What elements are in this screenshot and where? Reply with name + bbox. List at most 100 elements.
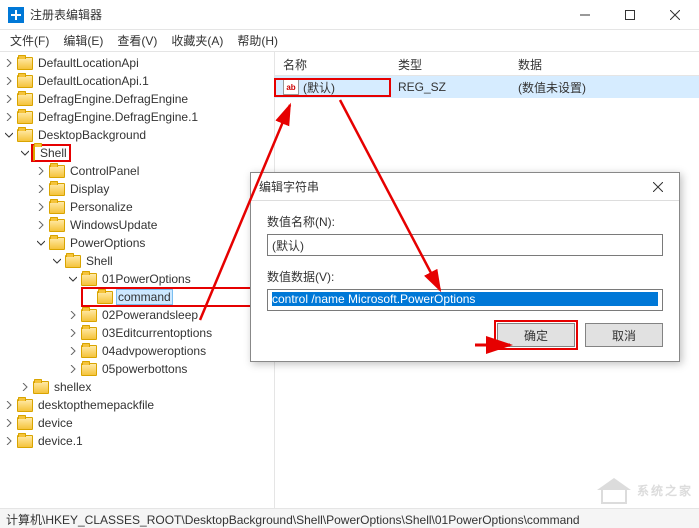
chevron-right-icon[interactable] bbox=[2, 416, 16, 430]
tree-item[interactable]: DefragEngine.DefragEngine bbox=[36, 92, 190, 106]
chevron-down-icon[interactable] bbox=[50, 254, 64, 268]
folder-icon bbox=[17, 111, 33, 124]
value-type: REG_SZ bbox=[390, 80, 510, 94]
value-name-field[interactable]: (默认) bbox=[267, 234, 663, 256]
menu-favorites[interactable]: 收藏夹(A) bbox=[165, 30, 229, 51]
menubar: 文件(F) 编辑(E) 查看(V) 收藏夹(A) 帮助(H) bbox=[0, 30, 699, 52]
ok-button[interactable]: 确定 bbox=[497, 323, 575, 347]
folder-icon bbox=[81, 309, 97, 322]
menu-edit[interactable]: 编辑(E) bbox=[57, 30, 109, 51]
watermark-text: 系统之家 bbox=[637, 482, 693, 499]
chevron-right-icon[interactable] bbox=[34, 218, 48, 232]
folder-icon bbox=[49, 237, 65, 250]
menu-file[interactable]: 文件(F) bbox=[4, 30, 55, 51]
chevron-right-icon[interactable] bbox=[66, 362, 80, 376]
chevron-right-icon[interactable] bbox=[2, 56, 16, 70]
tree-item[interactable]: Display bbox=[68, 182, 111, 196]
value-data-field[interactable]: control /name Microsoft.PowerOptions bbox=[267, 289, 663, 311]
chevron-right-icon[interactable] bbox=[2, 92, 16, 106]
house-icon bbox=[597, 476, 631, 504]
chevron-down-icon[interactable] bbox=[2, 128, 16, 142]
tree-item[interactable]: 03Editcurrentoptions bbox=[100, 326, 214, 340]
chevron-right-icon[interactable] bbox=[18, 380, 32, 394]
folder-icon bbox=[81, 345, 97, 358]
registry-tree: DefaultLocationApi DefaultLocationApi.1 … bbox=[0, 54, 274, 450]
folder-icon bbox=[33, 381, 49, 394]
close-button[interactable] bbox=[652, 1, 697, 29]
window-title: 注册表编辑器 bbox=[30, 6, 562, 23]
tree-item[interactable]: ControlPanel bbox=[68, 164, 141, 178]
list-body: ab (默认) REG_SZ (数值未设置) bbox=[275, 76, 699, 98]
tree-item[interactable]: device.1 bbox=[36, 434, 85, 448]
folder-icon bbox=[49, 219, 65, 232]
statusbar: 计算机\HKEY_CLASSES_ROOT\DesktopBackground\… bbox=[0, 508, 699, 528]
chevron-right-icon[interactable] bbox=[66, 326, 80, 340]
folder-icon bbox=[33, 145, 35, 161]
column-data[interactable]: 数据 bbox=[510, 52, 699, 75]
tree-item[interactable]: shellex bbox=[52, 380, 93, 394]
tree-pane[interactable]: DefaultLocationApi DefaultLocationApi.1 … bbox=[0, 52, 275, 508]
folder-icon bbox=[81, 273, 97, 286]
folder-icon bbox=[17, 417, 33, 430]
tree-item[interactable]: desktopthemepackfile bbox=[36, 398, 156, 412]
app-icon bbox=[8, 7, 24, 23]
chevron-down-icon[interactable] bbox=[18, 146, 32, 160]
edit-string-dialog: 编辑字符串 数值名称(N): (默认) 数值数据(V): control /na… bbox=[250, 172, 680, 362]
list-header: 名称 类型 数据 bbox=[275, 52, 699, 76]
tree-item[interactable]: device bbox=[36, 416, 75, 430]
value-data: (数值未设置) bbox=[510, 79, 699, 96]
dialog-titlebar[interactable]: 编辑字符串 bbox=[251, 173, 679, 201]
column-name[interactable]: 名称 bbox=[275, 52, 390, 75]
tree-item-desktopbackground[interactable]: DesktopBackground bbox=[36, 128, 148, 142]
menu-help[interactable]: 帮助(H) bbox=[231, 30, 284, 51]
maximize-button[interactable] bbox=[607, 1, 652, 29]
chevron-right-icon[interactable] bbox=[34, 200, 48, 214]
tree-item[interactable]: WindowsUpdate bbox=[68, 218, 159, 232]
titlebar: 注册表编辑器 bbox=[0, 0, 699, 30]
folder-icon bbox=[65, 255, 81, 268]
folder-icon bbox=[81, 327, 97, 340]
chevron-down-icon[interactable] bbox=[66, 272, 80, 286]
chevron-right-icon[interactable] bbox=[34, 164, 48, 178]
folder-icon bbox=[17, 129, 33, 142]
tree-item-command[interactable]: command bbox=[116, 289, 173, 305]
tree-item-shell[interactable]: Shell bbox=[84, 254, 115, 268]
folder-icon bbox=[49, 183, 65, 196]
tree-item[interactable]: DefaultLocationApi bbox=[36, 56, 141, 70]
tree-item-poweroptions[interactable]: PowerOptions bbox=[68, 236, 147, 250]
chevron-right-icon[interactable] bbox=[2, 398, 16, 412]
folder-icon bbox=[49, 201, 65, 214]
column-type[interactable]: 类型 bbox=[390, 52, 510, 75]
folder-icon bbox=[17, 75, 33, 88]
dialog-close-button[interactable] bbox=[645, 177, 671, 197]
value-data-label: 数值数据(V): bbox=[267, 268, 663, 285]
blank-icon bbox=[82, 290, 96, 304]
list-row-default[interactable]: ab (默认) REG_SZ (数值未设置) bbox=[275, 76, 699, 98]
dialog-title: 编辑字符串 bbox=[259, 178, 645, 195]
chevron-right-icon[interactable] bbox=[34, 182, 48, 196]
tree-item[interactable]: 02Powerandsleep bbox=[100, 308, 200, 322]
tree-item[interactable]: DefaultLocationApi.1 bbox=[36, 74, 151, 88]
folder-icon bbox=[17, 435, 33, 448]
window-controls bbox=[562, 1, 697, 29]
tree-item-01poweroptions[interactable]: 01PowerOptions bbox=[100, 272, 193, 286]
chevron-right-icon[interactable] bbox=[66, 308, 80, 322]
cancel-button[interactable]: 取消 bbox=[585, 323, 663, 347]
minimize-button[interactable] bbox=[562, 1, 607, 29]
chevron-right-icon[interactable] bbox=[2, 74, 16, 88]
chevron-right-icon[interactable] bbox=[2, 110, 16, 124]
value-name-label: 数值名称(N): bbox=[267, 213, 663, 230]
value-name-text: (默认) bbox=[272, 239, 304, 253]
chevron-right-icon[interactable] bbox=[2, 434, 16, 448]
chevron-down-icon[interactable] bbox=[34, 236, 48, 250]
tree-item[interactable]: 05powerbottons bbox=[100, 362, 189, 376]
folder-icon bbox=[17, 93, 33, 106]
tree-item[interactable]: Personalize bbox=[68, 200, 135, 214]
tree-item[interactable]: 04advpoweroptions bbox=[100, 344, 208, 358]
menu-view[interactable]: 查看(V) bbox=[111, 30, 163, 51]
tree-item[interactable]: DefragEngine.DefragEngine.1 bbox=[36, 110, 200, 124]
folder-icon bbox=[97, 291, 113, 304]
folder-icon bbox=[17, 399, 33, 412]
tree-item-shell[interactable]: Shell bbox=[38, 146, 69, 160]
chevron-right-icon[interactable] bbox=[66, 344, 80, 358]
